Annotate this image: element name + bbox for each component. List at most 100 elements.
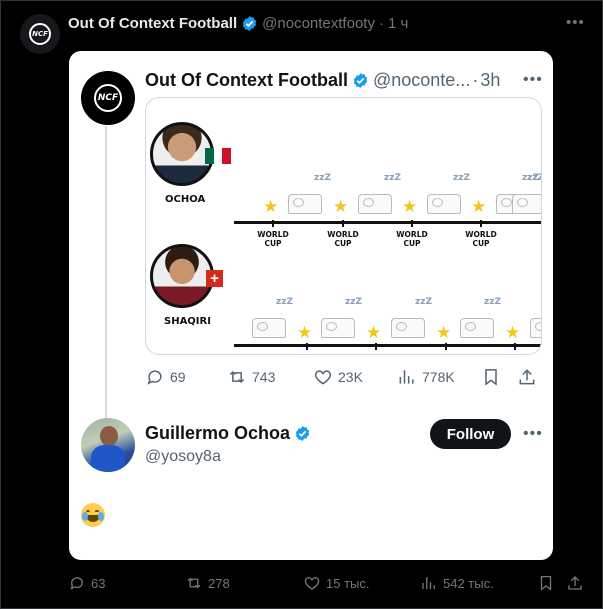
reply-icon: [147, 370, 162, 385]
star-icon: ★: [436, 323, 452, 342]
star-icon: ★: [366, 323, 382, 342]
sleeping-bed-icon: [512, 194, 541, 214]
retweet-button[interactable]: 743: [227, 367, 275, 387]
more-options-icon[interactable]: •••: [566, 14, 585, 31]
retweet-icon: [229, 370, 245, 384]
retweet-button[interactable]: 278: [185, 574, 230, 592]
bookmark-button[interactable]: [537, 574, 555, 592]
timeline-shaqiri: [234, 344, 541, 347]
verified-badge-icon: [242, 16, 257, 31]
heart-icon: [304, 577, 320, 590]
reply-author-handle[interactable]: @yosoy8a: [145, 448, 221, 466]
author-handle[interactable]: @nocontextfooty: [262, 15, 375, 32]
emoji-tear: [82, 512, 88, 521]
more-options-icon[interactable]: •••: [523, 425, 543, 443]
sleeping-bed-icon: [530, 318, 541, 338]
bookmark-icon: [540, 575, 552, 591]
verified-badge-icon: [295, 426, 310, 441]
verified-badge-icon: [353, 73, 368, 88]
follow-button[interactable]: Follow: [430, 419, 511, 449]
reply-button[interactable]: 69: [145, 367, 186, 387]
sleeping-bed-icon: [358, 194, 392, 214]
like-button[interactable]: 15 тыс.: [303, 574, 369, 592]
player-name-ochoa: OCHOA: [165, 194, 206, 205]
like-count: 23K: [338, 369, 363, 385]
share-button[interactable]: [517, 367, 537, 387]
views-button[interactable]: 778K: [397, 367, 455, 387]
heart-icon: [314, 370, 332, 385]
share-icon: [568, 576, 582, 590]
quoted-tweet-header: Out Of Context Football @noconte... · 3h: [145, 70, 500, 91]
sleeping-bed-icon: [321, 318, 355, 338]
star-icon: ★: [263, 197, 279, 216]
shaqiri-photo: [150, 244, 214, 308]
zzz-icon: zzZ: [345, 297, 363, 307]
star-icon: ★: [402, 197, 418, 216]
sleeping-bed-icon: [460, 318, 494, 338]
bookmark-button[interactable]: [481, 367, 501, 387]
timeline-tick: [445, 343, 447, 350]
author-name[interactable]: Out Of Context Football: [68, 15, 237, 32]
world-cup-label: WORLD CUP: [327, 230, 359, 248]
tweet-timestamp[interactable]: 1 ч: [388, 15, 408, 32]
timeline-ochoa: [234, 221, 541, 224]
timeline-tick: [306, 343, 308, 350]
views-button[interactable]: 542 тыс.: [420, 574, 494, 592]
mexico-flag-icon: [205, 148, 232, 164]
separator-dot: ·: [472, 70, 479, 90]
zzz-icon: zzZ: [484, 297, 502, 307]
ncf-logo: NCF: [94, 84, 122, 112]
sleeping-bed-icon: [391, 318, 425, 338]
views-count: 542 тыс.: [443, 575, 494, 591]
star-icon: ★: [471, 197, 487, 216]
share-icon: [519, 369, 535, 385]
reply-count: 69: [170, 369, 186, 385]
like-count: 15 тыс.: [326, 575, 370, 591]
views-icon: [422, 577, 435, 589]
zzz-icon: zzZ: [384, 173, 402, 183]
timeline-tick: [375, 343, 377, 350]
timeline-tick: [480, 220, 482, 227]
sleeping-bed-icon: [427, 194, 461, 214]
timeline-tick: [342, 220, 344, 227]
reply-author-avatar[interactable]: [81, 418, 135, 472]
author-avatar[interactable]: NCF: [20, 14, 60, 54]
share-button[interactable]: [566, 574, 584, 592]
reply-author-name[interactable]: Guillermo Ochoa: [145, 423, 290, 444]
thread-line: [105, 126, 107, 438]
zzz-icon: zzZ: [453, 173, 471, 183]
more-options-icon[interactable]: •••: [523, 71, 543, 89]
reply-count: 63: [91, 575, 106, 591]
like-button[interactable]: 23K: [313, 367, 363, 387]
star-icon: ★: [333, 197, 349, 216]
tweet-actions: 63 278 15 тыс. 542 тыс.: [68, 574, 588, 594]
timeline-tick: [411, 220, 413, 227]
tweet-image[interactable]: OCHOA + SHAQIRI ★ zzZ WORLD CUP ★ zzZ WORLD C…: [145, 97, 542, 355]
zzz-icon: zzZ: [276, 297, 294, 307]
star-icon: ★: [297, 323, 313, 342]
retweet-count: 278: [208, 575, 230, 591]
face-with-tears-of-joy-icon: [81, 503, 105, 527]
reply-author-header: Guillermo Ochoa: [145, 423, 315, 444]
views-icon: [399, 370, 414, 384]
zzz-icon: zzZ: [415, 297, 433, 307]
sleeping-bed-icon: [252, 318, 286, 338]
quote-card[interactable]: NCF Out Of Context Football @noconte... …: [69, 51, 553, 560]
ncf-logo: NCF: [29, 23, 51, 45]
world-cup-label: WORLD CUP: [465, 230, 497, 248]
reply-button[interactable]: 63: [68, 574, 105, 592]
quoted-author-name[interactable]: Out Of Context Football: [145, 70, 348, 91]
player-name-shaqiri: SHAQIRI: [164, 316, 211, 327]
quoted-author-handle[interactable]: @noconte...: [373, 70, 470, 91]
world-cup-label: WORLD CUP: [257, 230, 289, 248]
quoted-author-avatar[interactable]: NCF: [81, 71, 135, 125]
separator-dot: ·: [378, 15, 384, 32]
retweet-count: 743: [252, 369, 276, 385]
sleeping-bed-icon: [288, 194, 322, 214]
star-icon: ★: [505, 323, 521, 342]
views-count: 778K: [422, 369, 455, 385]
quoted-tweet-timestamp[interactable]: 3h: [480, 70, 500, 91]
emoji-tear: [98, 512, 104, 521]
retweet-icon: [187, 577, 201, 589]
zzz-icon: zzZ: [314, 173, 332, 183]
